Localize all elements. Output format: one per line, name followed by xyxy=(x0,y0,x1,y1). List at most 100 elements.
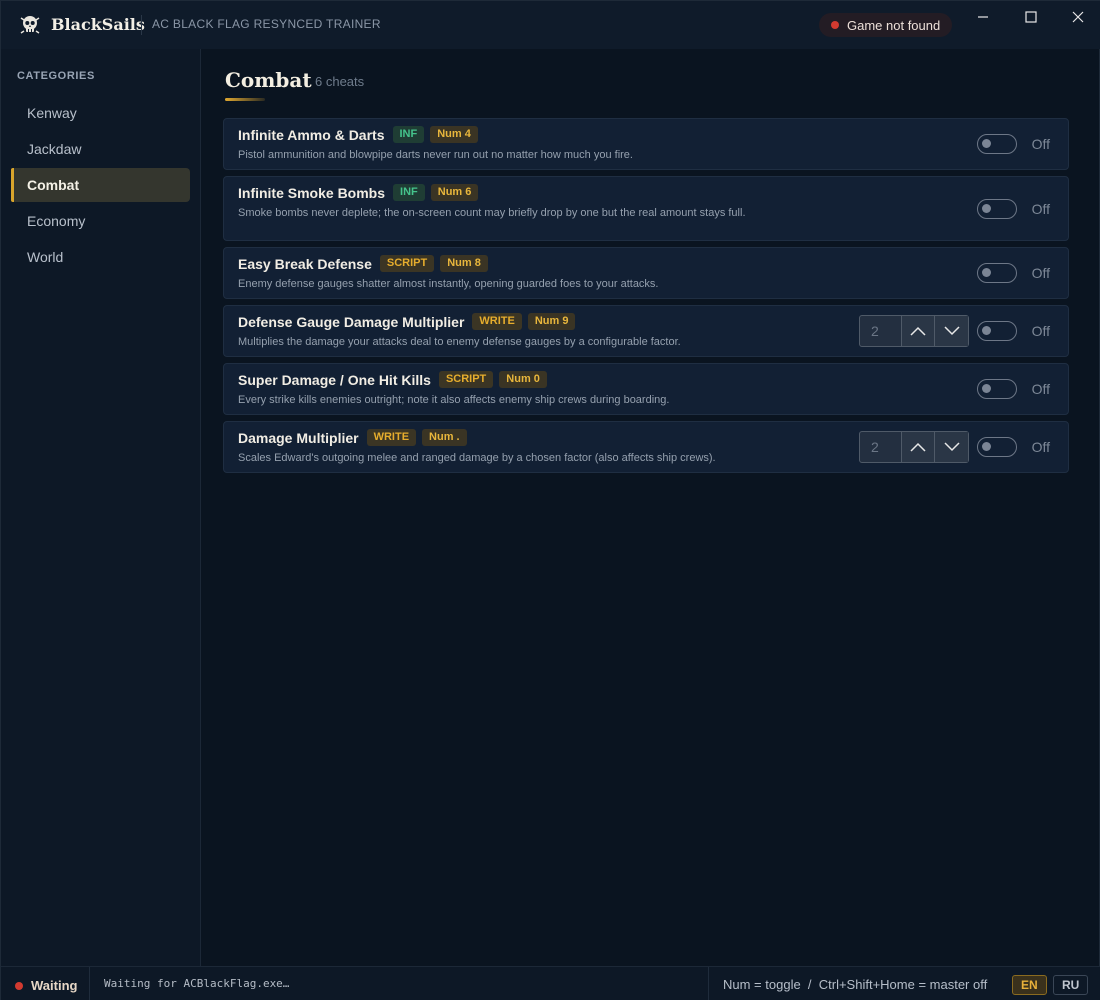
close-button[interactable] xyxy=(1058,5,1098,29)
cheat-header: Defense Gauge Damage Multiplier WRITE Nu… xyxy=(238,313,576,330)
connection-state: Waiting xyxy=(15,978,77,993)
hotkey-hint: Num = toggle / Ctrl+Shift+Home = master … xyxy=(723,977,988,992)
sidebar-item-kenway[interactable]: Kenway xyxy=(11,96,190,130)
decrement-button[interactable] xyxy=(934,432,968,462)
cheat-description: Smoke bombs never deplete; the on-screen… xyxy=(238,207,746,219)
sidebar-item-world[interactable]: World xyxy=(11,240,190,274)
cheat-type-badge: SCRIPT xyxy=(438,371,494,388)
increment-button[interactable] xyxy=(900,316,935,346)
chevron-down-icon xyxy=(944,442,960,452)
hotkey-badge: Num 9 xyxy=(527,313,576,330)
toggle-state-label: Off xyxy=(1031,136,1050,152)
multiplier-stepper: 2 xyxy=(859,315,969,347)
sidebar-heading: CATEGORIES xyxy=(17,70,95,82)
sidebar-item-combat[interactable]: Combat xyxy=(11,168,190,202)
minimize-icon xyxy=(978,16,988,18)
cheat-header: Infinite Ammo & Darts INF Num 4 xyxy=(238,126,478,143)
cheat-toggle[interactable] xyxy=(977,134,1017,154)
cheat-title: Super Damage / One Hit Kills xyxy=(238,371,431,388)
app-name: BlackSails xyxy=(51,15,145,34)
multiplier-stepper: 2 xyxy=(859,431,969,463)
close-icon xyxy=(1072,11,1084,23)
chevron-up-icon xyxy=(910,442,926,452)
hotkey-badge: Num 8 xyxy=(440,255,488,272)
cheat-type-badge: WRITE xyxy=(472,313,522,330)
decrement-button[interactable] xyxy=(934,316,968,346)
cheat-card: Infinite Smoke Bombs INF Num 6 Smoke bom… xyxy=(223,176,1069,241)
app-subtitle: AC BLACK FLAG RESYNCED TRAINER xyxy=(152,17,381,31)
toggle-knob xyxy=(982,384,991,393)
language-en-button[interactable]: EN xyxy=(1012,975,1047,995)
cheat-title: Infinite Smoke Bombs xyxy=(238,184,386,201)
cheat-toggle[interactable] xyxy=(977,437,1017,457)
cheat-header: Super Damage / One Hit Kills SCRIPT Num … xyxy=(238,371,547,388)
hotkey-badge: Num 4 xyxy=(430,126,478,143)
cheat-description: Pistol ammunition and blowpipe darts nev… xyxy=(238,149,633,161)
chevron-up-icon xyxy=(910,326,926,336)
title-bar: BlackSails AC BLACK FLAG RESYNCED TRAINE… xyxy=(1,1,1100,49)
toggle-state-label: Off xyxy=(1031,381,1050,397)
cheat-card: Damage Multiplier WRITE Num . Scales Edw… xyxy=(223,421,1069,473)
language-ru-button[interactable]: RU xyxy=(1053,975,1089,995)
toggle-knob xyxy=(982,326,991,335)
status-dot-icon xyxy=(15,981,23,990)
toggle-knob xyxy=(982,139,991,148)
hotkey-badge: Num 0 xyxy=(499,371,547,388)
cheat-description: Enemy defense gauges shatter almost inst… xyxy=(238,278,659,290)
cheat-description: Multiplies the damage your attacks deal … xyxy=(238,336,681,348)
toggle-knob xyxy=(982,204,991,213)
cheat-card: Infinite Ammo & Darts INF Num 4 Pistol a… xyxy=(223,118,1069,170)
chevron-down-icon xyxy=(944,326,960,336)
cheat-type-badge: WRITE xyxy=(366,429,417,446)
toggle-state-label: Off xyxy=(1031,265,1050,281)
status-message: Waiting for ACBlackFlag.exe… xyxy=(104,977,290,990)
minimize-button[interactable] xyxy=(963,5,1003,29)
cheat-toggle[interactable] xyxy=(977,263,1017,283)
cheat-header: Infinite Smoke Bombs INF Num 6 xyxy=(238,184,479,201)
cheat-title: Damage Multiplier xyxy=(238,429,359,446)
game-status-text: Game not found xyxy=(847,17,941,33)
toggle-knob xyxy=(982,442,991,451)
game-status-badge: Game not found xyxy=(819,13,953,37)
multiplier-value-input[interactable]: 2 xyxy=(860,316,901,346)
toggle-state-label: Off xyxy=(1031,201,1050,217)
status-divider xyxy=(89,967,90,1000)
cheat-header: Damage Multiplier WRITE Num . xyxy=(238,429,467,446)
cheat-description: Scales Edward's outgoing melee and range… xyxy=(238,452,716,464)
cheat-card: Easy Break Defense SCRIPT Num 8 Enemy de… xyxy=(223,247,1069,299)
toggle-knob xyxy=(982,268,991,277)
status-divider xyxy=(708,967,709,1000)
increment-button[interactable] xyxy=(900,432,935,462)
cheat-title: Infinite Ammo & Darts xyxy=(238,126,385,143)
toggle-state-label: Off xyxy=(1031,439,1050,455)
cheat-toggle[interactable] xyxy=(977,321,1017,341)
cheat-description: Every strike kills enemies outright; not… xyxy=(238,394,670,406)
cheat-type-badge: SCRIPT xyxy=(379,255,435,272)
title-underline xyxy=(225,98,265,101)
status-dot-icon xyxy=(831,21,839,29)
category-sidebar: CATEGORIES Kenway Jackdaw Combat Economy… xyxy=(1,49,201,966)
maximize-button[interactable] xyxy=(1011,5,1051,29)
sidebar-item-jackdaw[interactable]: Jackdaw xyxy=(11,132,190,166)
sidebar-item-economy[interactable]: Economy xyxy=(11,204,190,238)
trainer-window: BlackSails AC BLACK FLAG RESYNCED TRAINE… xyxy=(0,0,1100,1000)
hotkey-badge: Num 6 xyxy=(430,184,479,201)
maximize-icon xyxy=(1025,11,1037,23)
cheat-title: Defense Gauge Damage Multiplier xyxy=(238,313,465,330)
cheat-card: Super Damage / One Hit Kills SCRIPT Num … xyxy=(223,363,1069,415)
cheat-header: Easy Break Defense SCRIPT Num 8 xyxy=(238,255,488,272)
connection-state-label: Waiting xyxy=(31,978,78,993)
cheat-toggle[interactable] xyxy=(977,199,1017,219)
cheat-count: 6 cheats xyxy=(315,74,365,89)
skull-logo-icon xyxy=(20,16,40,34)
cheat-card: Defense Gauge Damage Multiplier WRITE Nu… xyxy=(223,305,1069,357)
cheat-title: Easy Break Defense xyxy=(238,255,372,272)
cheat-type-badge: INF xyxy=(393,184,425,201)
page-title: Combat xyxy=(225,68,312,92)
toggle-state-label: Off xyxy=(1031,323,1050,339)
multiplier-value-input[interactable]: 2 xyxy=(860,432,901,462)
status-bar: Waiting Waiting for ACBlackFlag.exe… Num… xyxy=(1,966,1100,1000)
cheat-type-badge: INF xyxy=(392,126,425,143)
title-divider xyxy=(141,15,142,35)
cheat-toggle[interactable] xyxy=(977,379,1017,399)
